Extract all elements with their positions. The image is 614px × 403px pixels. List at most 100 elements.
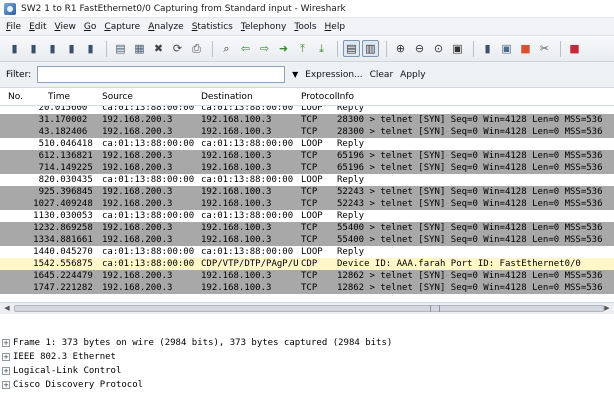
- packet-info: 65196 > telnet [SYN] Seq=0 Win=4128 Len=…: [337, 163, 603, 173]
- packet-time: 34.881661: [44, 235, 93, 245]
- packet-row[interactable]: 6 12.136821 192.168.200.3 192.168.100.3 TCP 6…: [0, 150, 614, 162]
- filter-dropdown-icon[interactable]: ▼: [289, 70, 301, 79]
- detail-tree-item[interactable]: + Logical-Link Control: [0, 364, 614, 378]
- normal-size-icon[interactable]: ⊙: [430, 40, 447, 57]
- packet-row[interactable]: 10 27.409248 192.168.200.3 192.168.100.3 TCP…: [0, 198, 614, 210]
- options-icon[interactable]: ▮: [25, 40, 42, 57]
- clear-button[interactable]: Clear: [370, 70, 394, 80]
- auto-scroll-icon[interactable]: ▥: [362, 40, 379, 57]
- detail-label: Frame 1: 373 bytes on wire (2984 bits), …: [13, 338, 393, 348]
- packet-no: 2: [38, 106, 44, 113]
- packet-protocol: TCP: [301, 223, 318, 233]
- expand-icon[interactable]: +: [2, 339, 10, 347]
- menu-file[interactable]: File: [6, 22, 21, 32]
- menu-statistics[interactable]: Statistics: [192, 22, 233, 32]
- packet-row[interactable]: 12 32.869258 192.168.200.3 192.168.100.3 TCP…: [0, 222, 614, 234]
- print-icon[interactable]: ⎙: [188, 40, 205, 57]
- packet-time: 25.396845: [44, 187, 93, 197]
- window-title: SW2 1 to R1 FastEthernet0/0 Capturing fr…: [21, 3, 346, 14]
- packet-row[interactable]: 3 1.170002 192.168.200.3 192.168.100.3 TCP 28…: [0, 114, 614, 126]
- horizontal-scrollbar[interactable]: ◀ ▶: [0, 302, 614, 314]
- packet-destination: 192.168.100.3: [201, 163, 272, 173]
- column-header-protocol[interactable]: Protocol: [301, 92, 337, 102]
- menu-go[interactable]: Go: [84, 22, 97, 32]
- packet-source: ca:01:13:88:00:00: [102, 211, 195, 221]
- open-file-icon[interactable]: ▤: [112, 40, 129, 57]
- packet-row[interactable]: 13 34.881661 192.168.200.3 192.168.100.3 TCP…: [0, 234, 614, 246]
- scrollbar-thumb[interactable]: [14, 305, 604, 312]
- start-capture-icon[interactable]: ▮: [44, 40, 61, 57]
- packet-source: ca:01:13:88:00:00: [102, 247, 195, 257]
- preferences-icon[interactable]: ✂: [536, 40, 553, 57]
- restart-capture-icon[interactable]: ▮: [82, 40, 99, 57]
- interfaces-icon[interactable]: ▮: [6, 40, 23, 57]
- column-header-no[interactable]: No.: [8, 92, 23, 102]
- go-back-icon[interactable]: ⇦: [237, 40, 254, 57]
- packet-row[interactable]: 15 42.556875 ca:01:13:88:00:00 CDP/VTP/DTP/…: [0, 258, 614, 270]
- packet-row[interactable]: 14 40.045270 ca:01:13:88:00:00 ca:01:13:88:…: [0, 246, 614, 258]
- zoom-in-icon[interactable]: ⊕: [392, 40, 409, 57]
- last-packet-icon[interactable]: ⤓: [313, 40, 330, 57]
- scroll-left-icon[interactable]: ◀: [2, 304, 12, 313]
- column-header-time[interactable]: Time: [48, 92, 70, 102]
- go-forward-icon[interactable]: ⇨: [256, 40, 273, 57]
- packet-row[interactable]: 5 10.046418 ca:01:13:88:00:00 ca:01:13:88:0…: [0, 138, 614, 150]
- coloring-rules-icon[interactable]: ■: [517, 40, 534, 57]
- packet-source: 192.168.200.3: [102, 283, 173, 293]
- packet-no: 4: [38, 127, 44, 137]
- reload-icon[interactable]: ⟳: [169, 40, 186, 57]
- toolbar-separator: [473, 40, 474, 57]
- expand-icon[interactable]: +: [2, 367, 10, 375]
- packet-row[interactable]: 11 30.030053 ca:01:13:88:00:00 ca:01:13:88:…: [0, 210, 614, 222]
- resize-columns-icon[interactable]: ▣: [449, 40, 466, 57]
- packet-destination: 192.168.100.3: [201, 271, 272, 281]
- packet-row[interactable]: 2 0.015600 ca:01:13:88:00:00 ca:01:13:88:00…: [0, 106, 614, 114]
- expand-icon[interactable]: +: [2, 353, 10, 361]
- packet-row[interactable]: 4 3.182406 192.168.200.3 192.168.100.3 TCP 28…: [0, 126, 614, 138]
- packet-row[interactable]: 8 20.030435 ca:01:13:88:00:00 ca:01:13:88:0…: [0, 174, 614, 186]
- detail-tree-item[interactable]: + Cisco Discovery Protocol: [0, 378, 614, 392]
- display-filters-icon[interactable]: ▣: [498, 40, 515, 57]
- menu-telephony[interactable]: Telephony: [241, 22, 287, 32]
- stop-capture-icon[interactable]: ▮: [63, 40, 80, 57]
- expression-button[interactable]: Expression...: [305, 70, 362, 80]
- packet-info: Reply: [337, 106, 365, 113]
- go-to-packet-icon[interactable]: ➜: [275, 40, 292, 57]
- packet-row[interactable]: 9 25.396845 192.168.200.3 192.168.100.3 TCP 5…: [0, 186, 614, 198]
- column-header-destination[interactable]: Destination: [201, 92, 253, 102]
- packet-destination: 192.168.100.3: [201, 115, 272, 125]
- filter-input[interactable]: [37, 66, 286, 83]
- column-header-info[interactable]: Info: [337, 92, 354, 102]
- packet-row[interactable]: 17 47.221282 192.168.200.3 192.168.100.3 TCP…: [0, 282, 614, 294]
- expand-icon[interactable]: +: [2, 381, 10, 389]
- packet-no: 12: [33, 223, 44, 233]
- colorize-icon[interactable]: ▤: [343, 40, 360, 57]
- menu-edit[interactable]: Edit: [29, 22, 46, 32]
- packet-destination: 192.168.100.3: [201, 223, 272, 233]
- detail-tree-item[interactable]: + Frame 1: 373 bytes on wire (2984 bits),…: [0, 336, 614, 350]
- packet-time: 20.030435: [44, 175, 93, 185]
- close-file-icon[interactable]: ✖: [150, 40, 167, 57]
- first-packet-icon[interactable]: ⤒: [294, 40, 311, 57]
- packet-row[interactable]: 16 45.224479 192.168.200.3 192.168.100.3 TCP…: [0, 270, 614, 282]
- menu-view[interactable]: View: [55, 22, 76, 32]
- packet-row[interactable]: 7 14.149225 192.168.200.3 192.168.100.3 TCP 6…: [0, 162, 614, 174]
- detail-label: Cisco Discovery Protocol: [13, 380, 144, 390]
- capture-filters-icon[interactable]: ▮: [479, 40, 496, 57]
- find-packet-icon[interactable]: ⌕: [218, 40, 235, 57]
- zoom-out-icon[interactable]: ⊖: [411, 40, 428, 57]
- column-header-source[interactable]: Source: [102, 92, 133, 102]
- apply-button[interactable]: Apply: [400, 70, 425, 80]
- menu-analyze[interactable]: Analyze: [148, 22, 183, 32]
- help-icon[interactable]: ■: [566, 40, 583, 57]
- pane-splitter[interactable]: [0, 314, 614, 336]
- packet-info: Reply: [337, 175, 365, 185]
- title-bar: SW2 1 to R1 FastEthernet0/0 Capturing fr…: [0, 0, 614, 18]
- menu-tools[interactable]: Tools: [294, 22, 316, 32]
- menu-capture[interactable]: Capture: [104, 22, 140, 32]
- menu-help[interactable]: Help: [325, 22, 346, 32]
- packet-time: 45.224479: [44, 271, 93, 281]
- scroll-right-icon[interactable]: ▶: [602, 304, 612, 313]
- save-file-icon[interactable]: ▦: [131, 40, 148, 57]
- detail-tree-item[interactable]: + IEEE 802.3 Ethernet: [0, 350, 614, 364]
